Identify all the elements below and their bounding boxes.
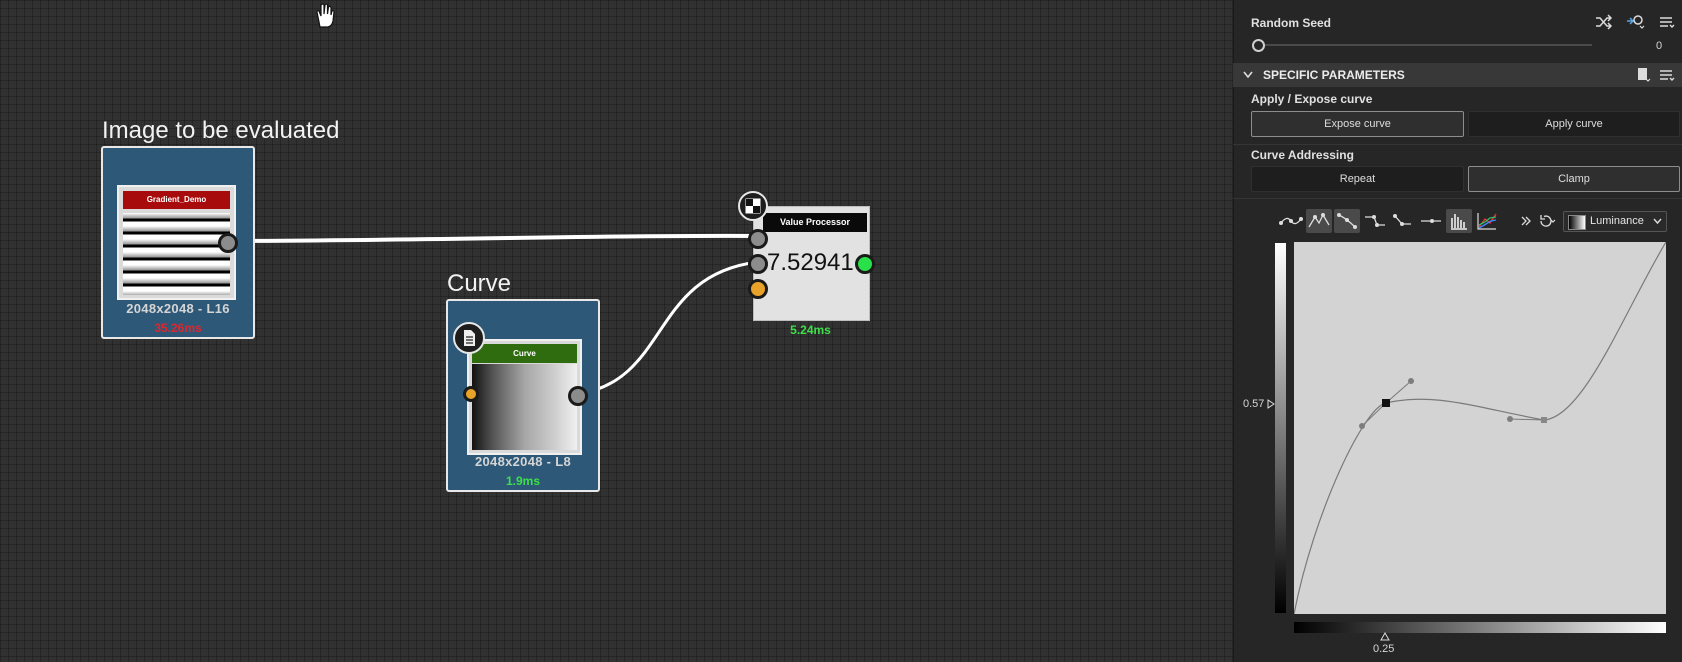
- gradient-node-time: 35.26ms: [154, 321, 202, 335]
- histogram-icon[interactable]: [1446, 209, 1472, 233]
- gradient-node-resolution: 2048x2048 - L16: [126, 301, 230, 316]
- apply-curve-button[interactable]: Apply curve: [1468, 111, 1680, 137]
- value-processor-input-port-2[interactable]: [748, 254, 768, 274]
- curve-point-selected: [1382, 399, 1390, 407]
- curve-tool-2-icon[interactable]: [1306, 209, 1332, 233]
- curve-node[interactable]: Curve 2048x2048 - L8 1.9ms: [446, 299, 600, 492]
- output-gradient-bar: [1275, 243, 1286, 613]
- menu-icon[interactable]: [1659, 15, 1675, 29]
- curve-thumbnail: Curve: [467, 339, 582, 455]
- value-processor-time: 5.24ms: [790, 323, 831, 337]
- clamp-button[interactable]: Clamp: [1468, 166, 1680, 192]
- curve-tool-1-icon[interactable]: [1278, 209, 1304, 233]
- tangent-handle: [1507, 416, 1513, 422]
- expand-icon[interactable]: [1520, 215, 1532, 227]
- value-processor-node[interactable]: Value Processor 7.52941: [753, 206, 870, 321]
- divider: [1233, 144, 1682, 145]
- channels-icon[interactable]: [1474, 209, 1500, 233]
- node-graph-canvas[interactable]: Image to be evaluated Gradient_Demo 2048…: [0, 0, 1233, 662]
- channel-dropdown[interactable]: Luminance: [1563, 211, 1667, 232]
- curve-node-header: Curve: [472, 344, 577, 363]
- expose-parameter-icon[interactable]: [1626, 13, 1646, 29]
- section-menu-icon[interactable]: [1659, 68, 1675, 82]
- luminance-swatch-icon: [1568, 215, 1586, 230]
- specific-parameters-title: SPECIFIC PARAMETERS: [1263, 68, 1405, 82]
- curve-addressing-label: Curve Addressing: [1251, 148, 1354, 162]
- curve-tool-6-icon[interactable]: [1418, 209, 1444, 233]
- curve-tool-3-icon[interactable]: [1334, 209, 1360, 233]
- curve-preview-image: [472, 364, 577, 450]
- reset-icon[interactable]: [1537, 213, 1557, 229]
- random-seed-value: 0: [1656, 40, 1663, 52]
- document-icon: [453, 322, 485, 354]
- channel-dropdown-value: Luminance: [1590, 215, 1644, 227]
- tangent-handle: [1408, 378, 1414, 384]
- curve-line: [1294, 242, 1666, 614]
- random-seed-slider-handle[interactable]: [1252, 39, 1265, 52]
- x-marker-icon[interactable]: [1380, 632, 1390, 641]
- curve-node-resolution: 2048x2048 - L8: [475, 454, 571, 469]
- chevron-down-icon: [1243, 71, 1253, 79]
- wire-gradient-to-processor: [225, 233, 759, 243]
- random-seed-label: Random Seed: [1251, 16, 1332, 30]
- divider: [1233, 198, 1682, 199]
- gradient-output-port[interactable]: [218, 233, 238, 253]
- chevron-down-icon: [1653, 218, 1662, 225]
- curve-node-time: 1.9ms: [505, 474, 541, 488]
- tangent-handle: [1359, 423, 1365, 429]
- value-processor-output-port[interactable]: [855, 254, 875, 274]
- gradient-node[interactable]: Gradient_Demo 2048x2048 - L16 35.26ms: [101, 146, 255, 339]
- curve-input-port[interactable]: [463, 386, 479, 402]
- repeat-button[interactable]: Repeat: [1251, 166, 1464, 192]
- y-marker-icon[interactable]: [1267, 399, 1275, 409]
- frame-title-image: Image to be evaluated: [102, 117, 340, 144]
- apply-expose-label: Apply / Expose curve: [1251, 92, 1373, 106]
- value-processor-title: Value Processor: [763, 213, 867, 232]
- curve-tool-5-icon[interactable]: [1390, 209, 1416, 233]
- gradient-preview-image: [123, 213, 230, 295]
- curve-plot[interactable]: [1294, 242, 1666, 614]
- random-seed-slider-track[interactable]: [1256, 44, 1592, 46]
- specific-parameters-header[interactable]: SPECIFIC PARAMETERS: [1233, 63, 1682, 87]
- input-gradient-bar: [1294, 622, 1666, 633]
- expose-curve-button[interactable]: Expose curve: [1251, 111, 1464, 137]
- hand-cursor-icon: [316, 3, 335, 28]
- curve-point: [1541, 417, 1547, 423]
- shuffle-icon[interactable]: [1595, 14, 1613, 30]
- value-processor-input-port-1[interactable]: [748, 229, 768, 249]
- curve-tool-4-icon[interactable]: [1362, 209, 1388, 233]
- y-marker-value: 0.57: [1243, 398, 1265, 410]
- frame-title-curve: Curve: [447, 270, 512, 297]
- preset-icon[interactable]: [1636, 67, 1652, 83]
- curve-output-port[interactable]: [568, 386, 588, 406]
- gradient-node-header: Gradient_Demo: [123, 191, 230, 209]
- x-marker-value: 0.25: [1373, 643, 1395, 655]
- value-processor-output-value: 7.52941: [767, 249, 854, 276]
- wire-curve-to-processor: [577, 260, 759, 396]
- value-processor-type-icon: [738, 191, 768, 221]
- value-processor-input-port-3[interactable]: [748, 279, 768, 299]
